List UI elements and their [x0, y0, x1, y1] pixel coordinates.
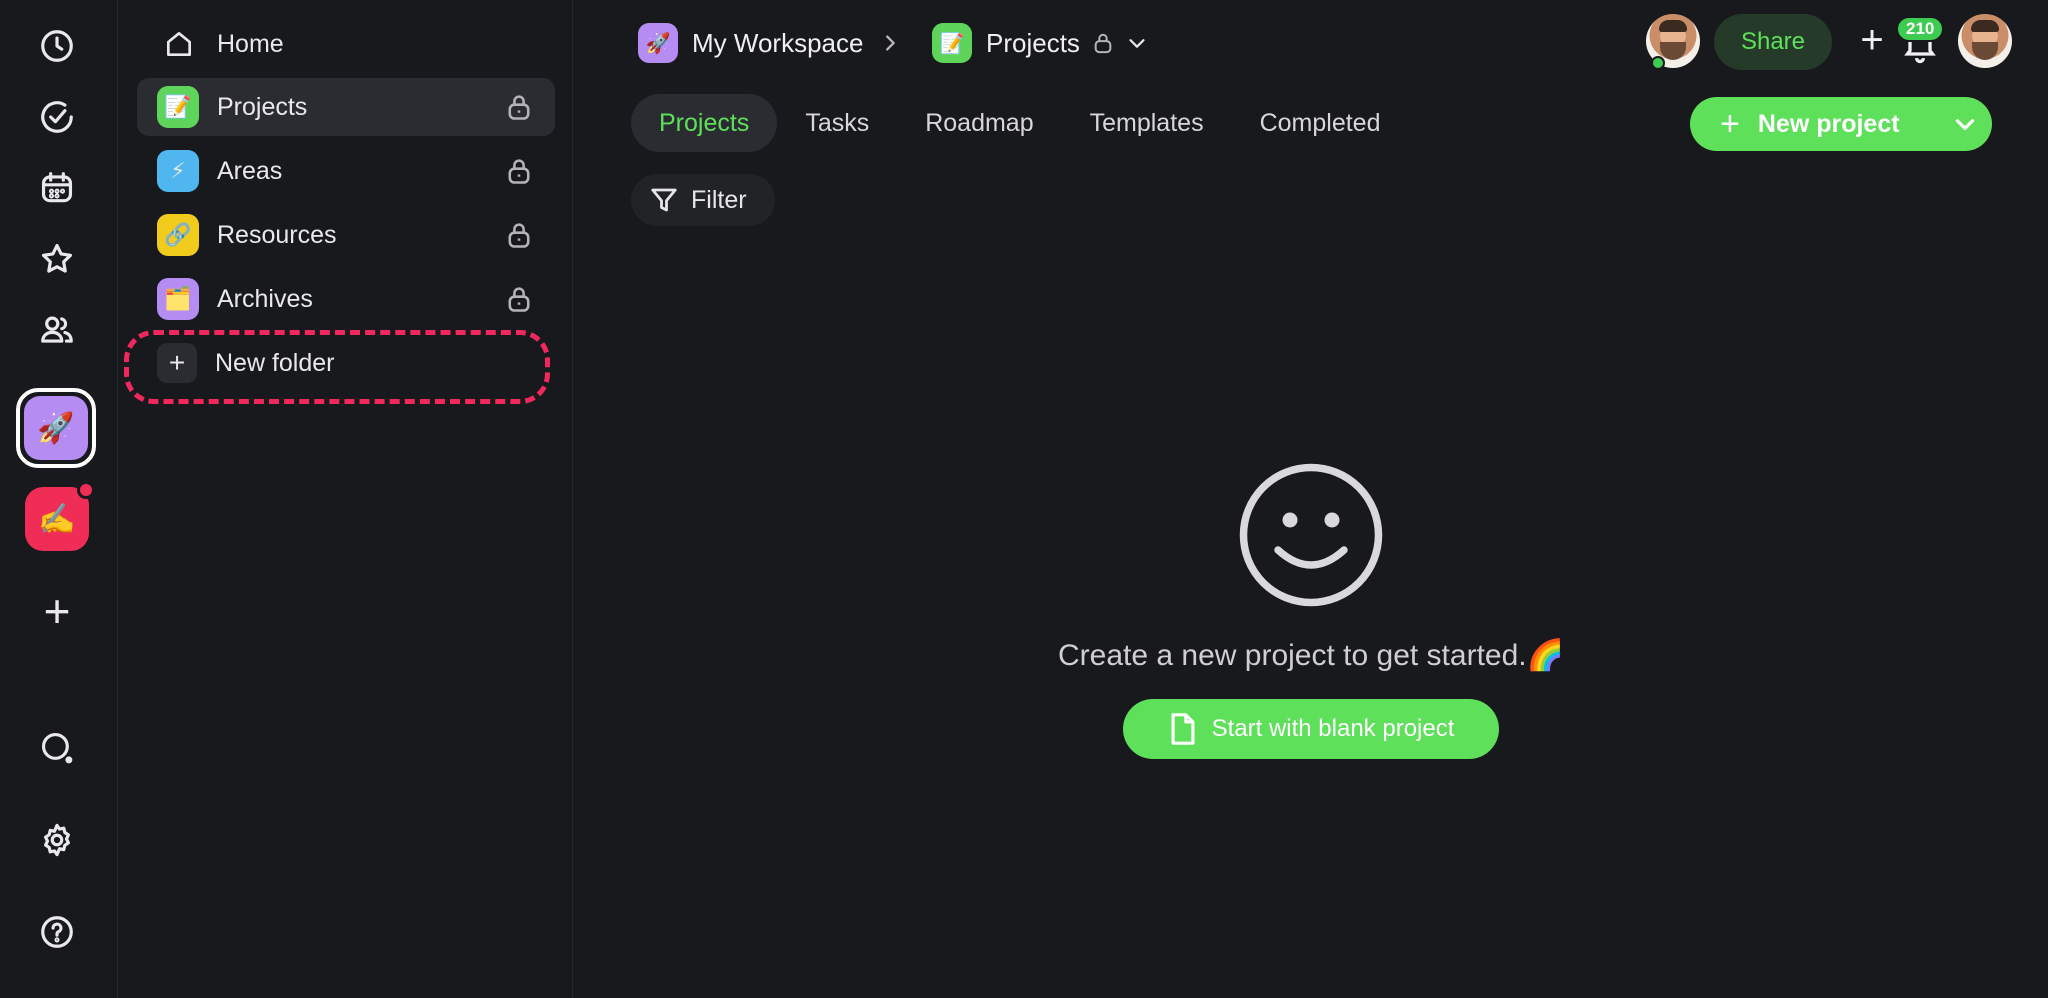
favorites-button[interactable] — [29, 231, 85, 287]
team-button[interactable] — [29, 302, 85, 358]
recent-button[interactable] — [29, 18, 85, 74]
avatar-beard — [1660, 42, 1686, 60]
chevron-down-icon[interactable] — [1126, 32, 1148, 54]
new-folder-button[interactable]: + New folder — [137, 334, 555, 392]
sidebar-item-label: Archives — [217, 284, 313, 313]
notification-badge: 210 — [1896, 16, 1945, 42]
sidebar-item-label: Projects — [217, 92, 308, 121]
star-icon — [41, 243, 73, 273]
chevron-down-icon[interactable] — [1952, 111, 1978, 144]
start-blank-project-label: Start with blank project — [1211, 715, 1455, 742]
archive-box-icon: 🗂️ — [157, 278, 199, 320]
filter-button[interactable]: Filter — [631, 174, 775, 226]
sidebar-item-areas[interactable]: ⚡ Areas — [137, 142, 555, 200]
project-name: Projects — [986, 27, 1080, 58]
plus-icon: + — [1720, 104, 1740, 143]
calendar-icon — [41, 172, 73, 203]
unread-dot — [77, 481, 95, 499]
sidebar-item-archives[interactable]: 🗂️ Archives — [137, 270, 555, 328]
tab-templates[interactable]: Templates — [1062, 94, 1232, 152]
rocket-icon: 🚀 — [638, 23, 678, 63]
avatar-hair — [1659, 20, 1687, 32]
empty-state-message: Create a new project to get started.🌈 — [1058, 639, 1564, 672]
tab-completed[interactable]: Completed — [1232, 94, 1409, 152]
new-project-button[interactable]: + New project — [1690, 97, 1992, 151]
lock-icon — [505, 156, 533, 186]
clock-icon — [41, 30, 73, 62]
help-icon — [41, 916, 73, 948]
link-icon: 🔗 — [157, 214, 199, 256]
plus-icon: + — [157, 343, 197, 383]
tab-projects[interactable]: Projects — [631, 94, 778, 152]
share-button[interactable]: Share — [1714, 14, 1832, 70]
view-tabs: Projects Tasks Roadmap Templates Complet… — [631, 94, 1408, 152]
tab-roadmap[interactable]: Roadmap — [897, 94, 1061, 152]
search-icon — [41, 732, 73, 764]
online-status-dot — [1651, 56, 1665, 70]
sidebar-item-home[interactable]: Home — [137, 15, 555, 73]
new-project-label: New project — [1757, 109, 1900, 138]
avatar-hair — [1971, 20, 1999, 32]
breadcrumb-workspace[interactable]: 🚀 My Workspace — [638, 20, 901, 66]
lock-icon — [505, 92, 533, 122]
check-circle-icon — [41, 101, 73, 133]
sidebar-item-projects[interactable]: 📝 Projects — [137, 78, 555, 136]
gear-icon — [44, 823, 70, 857]
new-folder-label: New folder — [215, 348, 335, 377]
start-blank-project-button[interactable]: Start with blank project — [1123, 699, 1499, 759]
tasks-button[interactable] — [29, 89, 85, 145]
home-icon — [161, 28, 197, 60]
empty-state: Create a new project to get started.🌈 St… — [574, 460, 2048, 759]
sidebar-item-resources[interactable]: 🔗 Resources — [137, 206, 555, 264]
filter-icon — [651, 188, 677, 212]
breadcrumb-project[interactable]: 📝 Projects — [932, 20, 1148, 66]
lock-icon — [505, 284, 533, 314]
folder-sidebar: Home 📝 Projects ⚡ Areas 🔗 Resources 🗂️ A… — [119, 0, 573, 998]
sidebar-item-label: Home — [217, 29, 284, 58]
lightning-icon: ⚡ — [157, 150, 199, 192]
sidebar-item-label: Areas — [217, 156, 283, 185]
document-icon — [1171, 713, 1195, 745]
smiley-icon — [1239, 463, 1383, 607]
sidebar-item-label: Resources — [217, 220, 337, 249]
add-button[interactable]: + — [1854, 20, 1890, 60]
lock-icon — [1092, 31, 1114, 55]
help-button[interactable] — [29, 904, 85, 960]
rocket-icon: 🚀 — [24, 396, 88, 460]
user-avatar[interactable] — [1958, 14, 2012, 68]
lock-icon — [505, 220, 533, 250]
workspace-tile-writing[interactable]: ✍️ — [25, 481, 95, 551]
workspace-name: My Workspace — [692, 27, 864, 58]
calendar-button[interactable] — [29, 160, 85, 216]
search-button[interactable] — [29, 720, 85, 776]
settings-button[interactable] — [29, 812, 85, 868]
add-workspace-button[interactable]: + — [29, 583, 85, 639]
writing-hand-icon: ✍️ — [38, 502, 76, 536]
chevron-right-icon — [879, 32, 901, 54]
users-icon — [41, 316, 73, 343]
memo-icon: 📝 — [157, 86, 199, 128]
avatar-beard — [1972, 42, 1998, 60]
workspace-tile-active[interactable]: 🚀 — [16, 388, 96, 468]
filter-label: Filter — [691, 185, 747, 214]
tab-tasks[interactable]: Tasks — [777, 94, 897, 152]
icon-rail: 🚀 ✍️ + — [0, 0, 118, 998]
memo-icon: 📝 — [932, 23, 972, 63]
